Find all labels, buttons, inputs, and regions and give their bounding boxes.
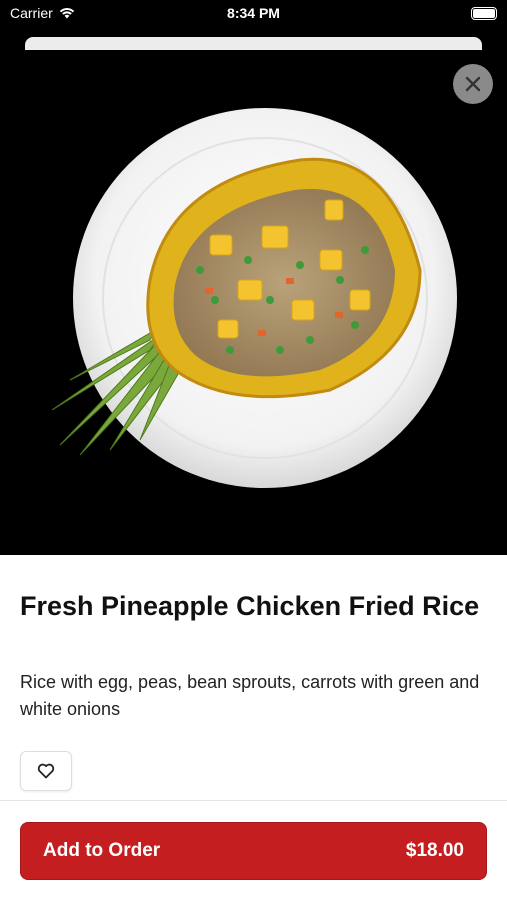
divider (0, 800, 507, 801)
food-illustration (51, 108, 457, 488)
heart-icon (37, 763, 55, 779)
close-button[interactable] (453, 64, 493, 104)
add-to-order-button[interactable]: Add to Order $18.00 (20, 822, 487, 880)
favorite-button[interactable] (20, 751, 72, 791)
item-price: $18.00 (405, 840, 464, 861)
status-time: 8:34 PM (227, 5, 280, 21)
item-title: Fresh Pineapple Chicken Fried Rice (20, 591, 480, 621)
battery-icon (471, 7, 497, 20)
add-to-order-label: Add to Order (43, 840, 161, 861)
item-details: Fresh Pineapple Chicken Fried Rice Rice … (0, 555, 507, 900)
close-icon (465, 76, 481, 92)
status-bar: Carrier 8:34 PM (0, 0, 507, 30)
sheet-background (25, 37, 482, 51)
food-image (0, 50, 507, 555)
item-description: Rice with egg, peas, bean sprouts, carro… (20, 672, 480, 719)
